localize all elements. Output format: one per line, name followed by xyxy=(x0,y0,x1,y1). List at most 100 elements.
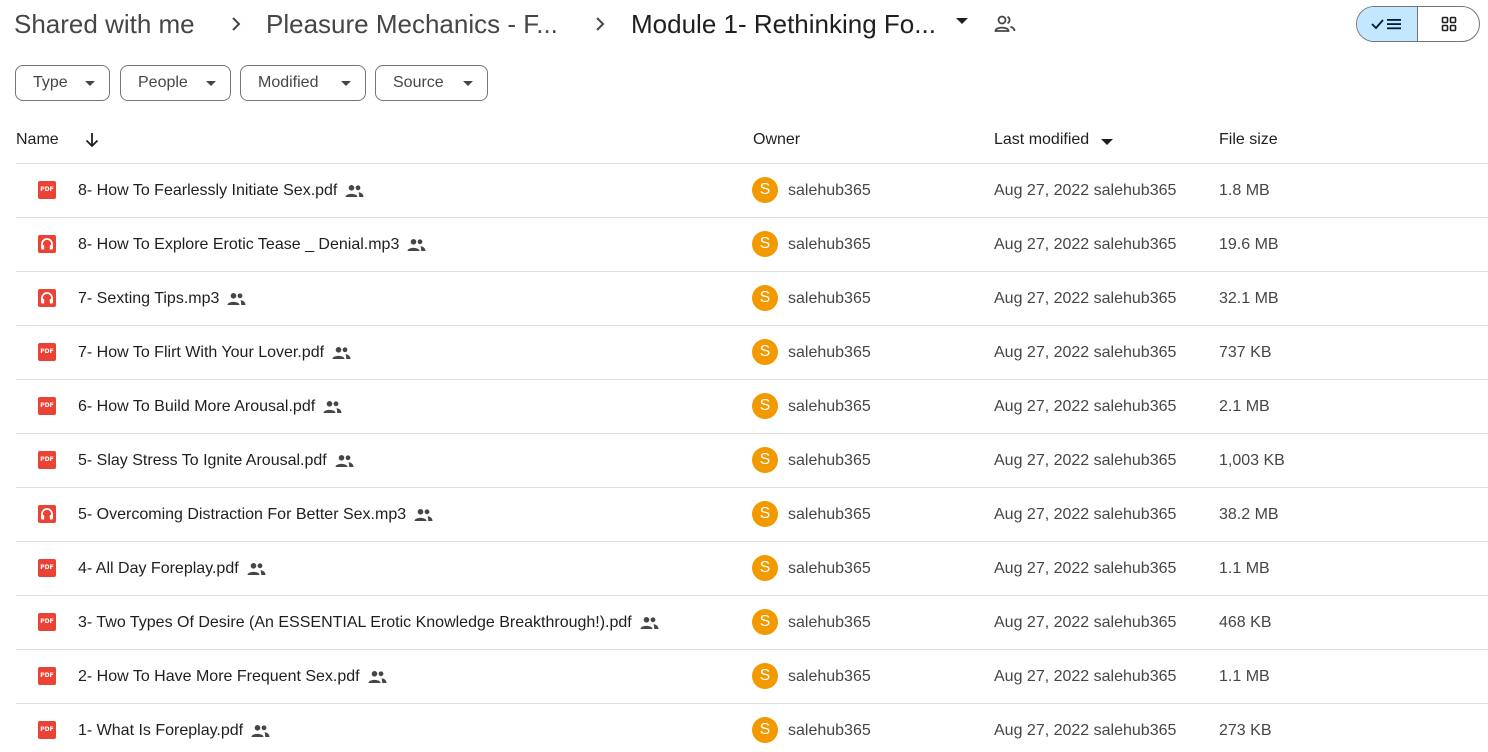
file-size: 273 KB xyxy=(1219,722,1272,739)
owner-name: salehub365 xyxy=(788,398,871,415)
owner-name: salehub365 xyxy=(788,560,871,577)
owner-avatar: S xyxy=(752,717,778,743)
file-name[interactable]: 3- Two Types Of Desire (An ESSENTIAL Ero… xyxy=(78,613,659,633)
breadcrumb-item-shared[interactable]: Shared with me xyxy=(14,6,195,42)
column-header-file-size[interactable]: File size xyxy=(1219,130,1278,150)
headphones-icon xyxy=(38,289,56,307)
owner-name: salehub365 xyxy=(788,182,871,199)
folder-menu-caret-icon[interactable] xyxy=(956,18,968,24)
people-icon xyxy=(251,725,270,737)
file-row[interactable]: 5- Overcoming Distraction For Better Sex… xyxy=(16,488,1488,542)
owner-name: salehub365 xyxy=(788,506,871,523)
file-name[interactable]: 5- Slay Stress To Ignite Arousal.pdf xyxy=(78,451,354,471)
file-name-text: 7- Sexting Tips.mp3 xyxy=(78,290,220,307)
last-modified: Aug 27, 2022 salehub365 xyxy=(994,290,1177,307)
people-icon xyxy=(332,347,351,359)
filter-type-label: Type xyxy=(33,74,68,91)
file-name[interactable]: 7- Sexting Tips.mp3 xyxy=(78,289,246,309)
file-name[interactable]: 8- How To Fearlessly Initiate Sex.pdf xyxy=(78,181,364,201)
file-name[interactable]: 5- Overcoming Distraction For Better Sex… xyxy=(78,505,433,525)
breadcrumb: Shared with me Pleasure Mechanics - F...… xyxy=(0,0,1488,50)
dropdown-arrow-icon xyxy=(206,81,216,86)
file-row[interactable]: 6- How To Build More Arousal.pdf Ssalehub… xyxy=(16,380,1488,434)
owner-avatar: S xyxy=(752,285,778,311)
file-row[interactable]: 2- How To Have More Frequent Sex.pdf Ssal… xyxy=(16,650,1488,704)
last-modified: Aug 27, 2022 salehub365 xyxy=(994,614,1177,631)
grid-view-button[interactable] xyxy=(1418,7,1479,41)
last-modified: Aug 27, 2022 salehub365 xyxy=(994,668,1177,685)
file-name-text: 8- How To Fearlessly Initiate Sex.pdf xyxy=(78,182,338,199)
breadcrumb-item-parent[interactable]: Pleasure Mechanics - F... xyxy=(266,6,558,42)
file-name[interactable]: 4- All Day Foreplay.pdf xyxy=(78,559,266,579)
file-size: 19.6 MB xyxy=(1219,236,1279,253)
file-size: 737 KB xyxy=(1219,344,1272,361)
file-size: 1.1 MB xyxy=(1219,560,1270,577)
owner-name: salehub365 xyxy=(788,722,871,739)
file-row[interactable]: 7- Sexting Tips.mp3 Ssalehub365 Aug 27, 20… xyxy=(16,272,1488,326)
filter-type-chip[interactable]: Type xyxy=(15,65,110,101)
file-size: 1.8 MB xyxy=(1219,182,1270,199)
owner-avatar: S xyxy=(752,663,778,689)
file-name-text: 5- Slay Stress To Ignite Arousal.pdf xyxy=(78,452,327,469)
file-name[interactable]: 7- How To Flirt With Your Lover.pdf xyxy=(78,343,351,363)
file-row[interactable]: 7- How To Flirt With Your Lover.pdf Ssale… xyxy=(16,326,1488,380)
file-size: 1.1 MB xyxy=(1219,668,1270,685)
people-icon xyxy=(335,455,354,467)
owner-avatar: S xyxy=(752,231,778,257)
chevron-right-icon xyxy=(232,17,241,31)
file-name-text: 3- Two Types Of Desire (An ESSENTIAL Ero… xyxy=(78,614,632,631)
headphones-icon xyxy=(38,235,56,253)
people-icon xyxy=(368,671,387,683)
file-row[interactable]: 5- Slay Stress To Ignite Arousal.pdf Ssal… xyxy=(16,434,1488,488)
people-icon xyxy=(345,185,364,197)
pdf-file-icon xyxy=(38,451,56,469)
column-header-last-modified[interactable]: Last modified xyxy=(994,130,1089,150)
file-name-text: 2- How To Have More Frequent Sex.pdf xyxy=(78,668,360,685)
sort-caret-icon[interactable] xyxy=(1101,139,1113,145)
file-size: 2.1 MB xyxy=(1219,398,1270,415)
file-row[interactable]: 8- How To Fearlessly Initiate Sex.pdf Ssa… xyxy=(16,164,1488,218)
column-header-owner[interactable]: Owner xyxy=(753,130,800,150)
filter-modified-label: Modified xyxy=(258,74,319,91)
dropdown-arrow-icon xyxy=(463,81,473,86)
file-name[interactable]: 1- What Is Foreplay.pdf xyxy=(78,721,270,741)
file-size: 32.1 MB xyxy=(1219,290,1279,307)
pdf-file-icon xyxy=(38,397,56,415)
last-modified: Aug 27, 2022 salehub365 xyxy=(994,560,1177,577)
dropdown-arrow-icon xyxy=(85,81,95,86)
file-row[interactable]: 4- All Day Foreplay.pdf Ssalehub365 Aug 27… xyxy=(16,542,1488,596)
last-modified: Aug 27, 2022 salehub365 xyxy=(994,452,1177,469)
filter-modified-chip[interactable]: Modified xyxy=(240,65,366,101)
filter-source-chip[interactable]: Source xyxy=(375,65,488,101)
filter-people-chip[interactable]: People xyxy=(120,65,231,101)
people-icon xyxy=(414,509,433,521)
list-view-button[interactable] xyxy=(1357,7,1419,41)
file-name[interactable]: 6- How To Build More Arousal.pdf xyxy=(78,397,342,417)
pdf-file-icon xyxy=(38,721,56,739)
file-row[interactable]: 8- How To Explore Erotic Tease _ Denial.… xyxy=(16,218,1488,272)
file-name-text: 1- What Is Foreplay.pdf xyxy=(78,722,244,739)
headphones-icon xyxy=(38,505,56,523)
arrow-down-icon[interactable] xyxy=(84,131,100,149)
view-toggle xyxy=(1356,6,1480,42)
breadcrumb-item-current[interactable]: Module 1- Rethinking Fo... xyxy=(631,6,936,42)
column-header-name[interactable]: Name xyxy=(16,130,59,150)
last-modified: Aug 27, 2022 salehub365 xyxy=(994,344,1177,361)
people-icon xyxy=(323,401,342,413)
file-name-text: 4- All Day Foreplay.pdf xyxy=(78,560,239,577)
file-row[interactable]: 1- What Is Foreplay.pdf Ssalehub365 Aug 27… xyxy=(16,704,1488,752)
filter-source-label: Source xyxy=(393,74,444,91)
people-icon xyxy=(407,239,426,251)
owner-avatar: S xyxy=(752,393,778,419)
file-row[interactable]: 3- Two Types Of Desire (An ESSENTIAL Ero… xyxy=(16,596,1488,650)
last-modified: Aug 27, 2022 salehub365 xyxy=(994,398,1177,415)
file-name-text: 8- How To Explore Erotic Tease _ Denial.… xyxy=(78,236,400,253)
file-list: 8- How To Fearlessly Initiate Sex.pdf Ssa… xyxy=(16,164,1488,752)
owner-name: salehub365 xyxy=(788,452,871,469)
file-name[interactable]: 2- How To Have More Frequent Sex.pdf xyxy=(78,667,387,687)
filter-people-label: People xyxy=(138,74,188,91)
file-name[interactable]: 8- How To Explore Erotic Tease _ Denial.… xyxy=(78,235,426,255)
file-size: 38.2 MB xyxy=(1219,506,1279,523)
owner-avatar: S xyxy=(752,447,778,473)
grid-icon xyxy=(1441,16,1456,32)
